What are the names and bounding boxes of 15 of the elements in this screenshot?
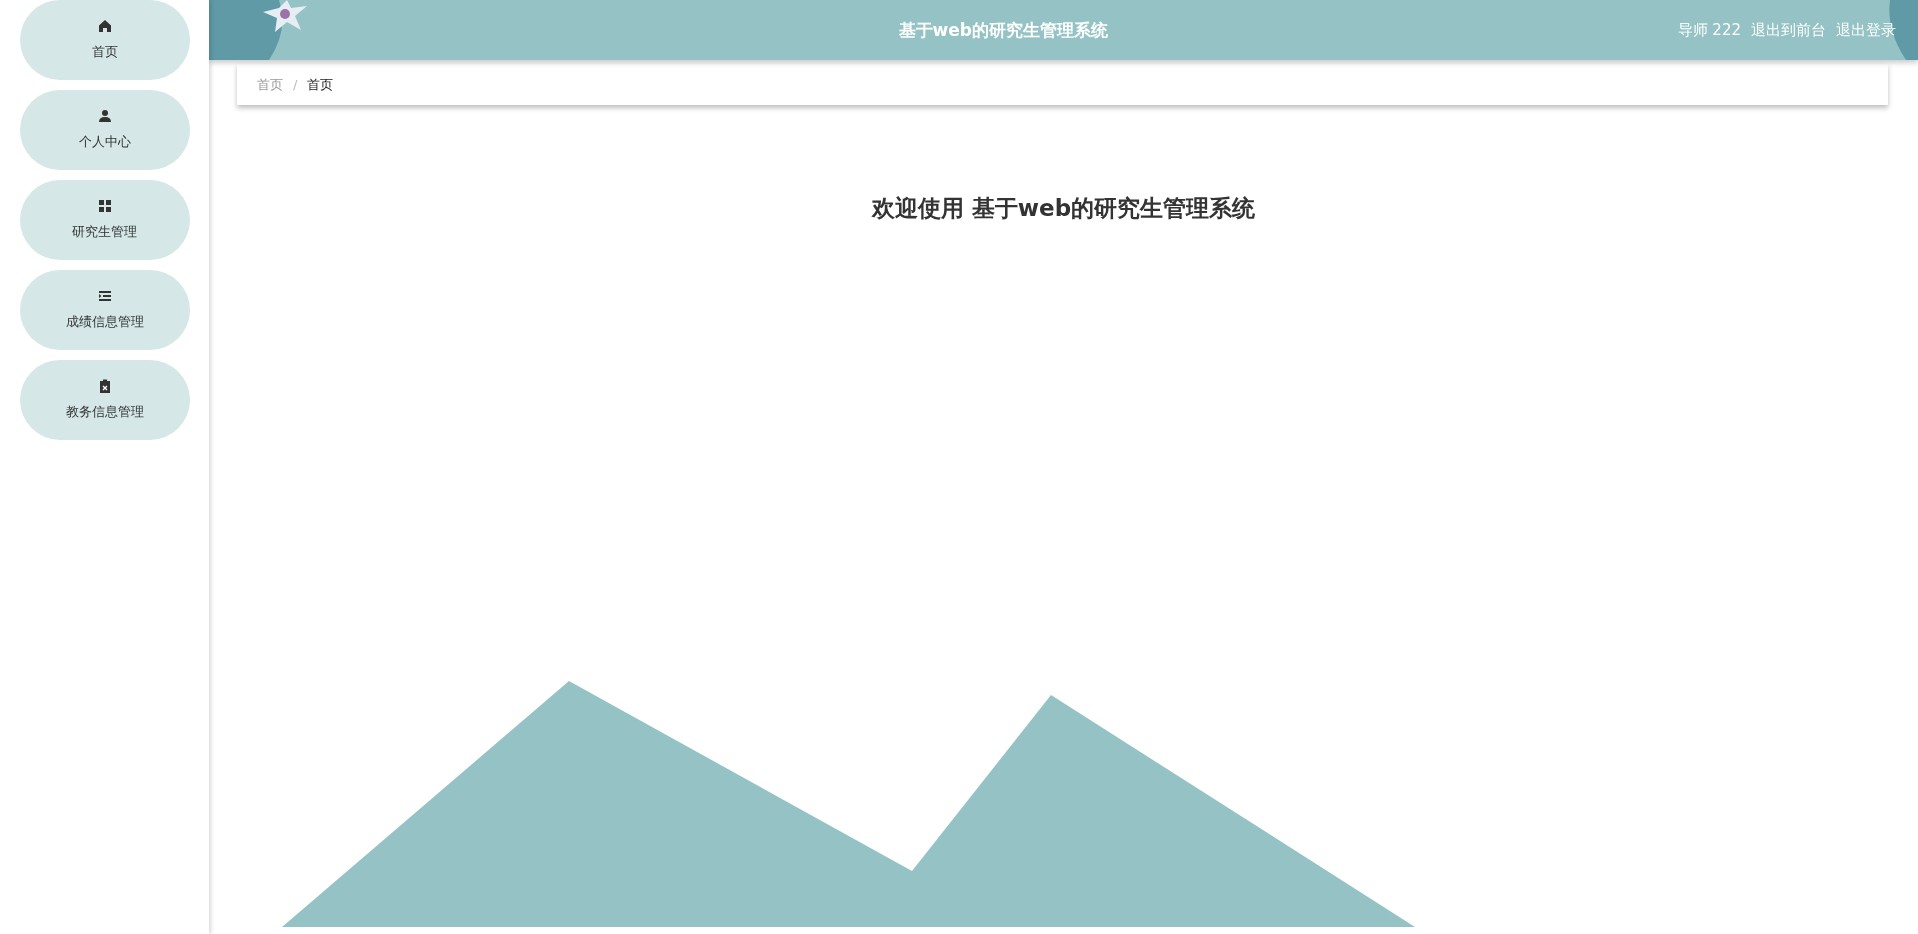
home-icon xyxy=(97,19,112,33)
clipboard-icon xyxy=(97,379,112,393)
breadcrumb-item: 首页 xyxy=(307,75,334,94)
sidebar-item[interactable]: 首页 xyxy=(19,0,190,80)
sidebar-item[interactable]: 个人中心 xyxy=(19,90,190,170)
breadcrumb-separator: / xyxy=(293,77,298,92)
grid-icon xyxy=(97,199,112,213)
sidebar-item[interactable]: 成绩信息管理 xyxy=(19,270,190,350)
welcome-title: 欢迎使用 基于web的研究生管理系统 xyxy=(870,194,1257,223)
user-name: 导师 222 xyxy=(1677,20,1741,40)
person-icon xyxy=(97,109,112,123)
sidebar-item[interactable]: 研究生管理 xyxy=(19,180,190,260)
app-title: 基于web的研究生管理系统 xyxy=(897,18,1109,42)
list-icon xyxy=(97,289,112,303)
sidebar-item[interactable]: 教务信息管理 xyxy=(19,360,190,440)
